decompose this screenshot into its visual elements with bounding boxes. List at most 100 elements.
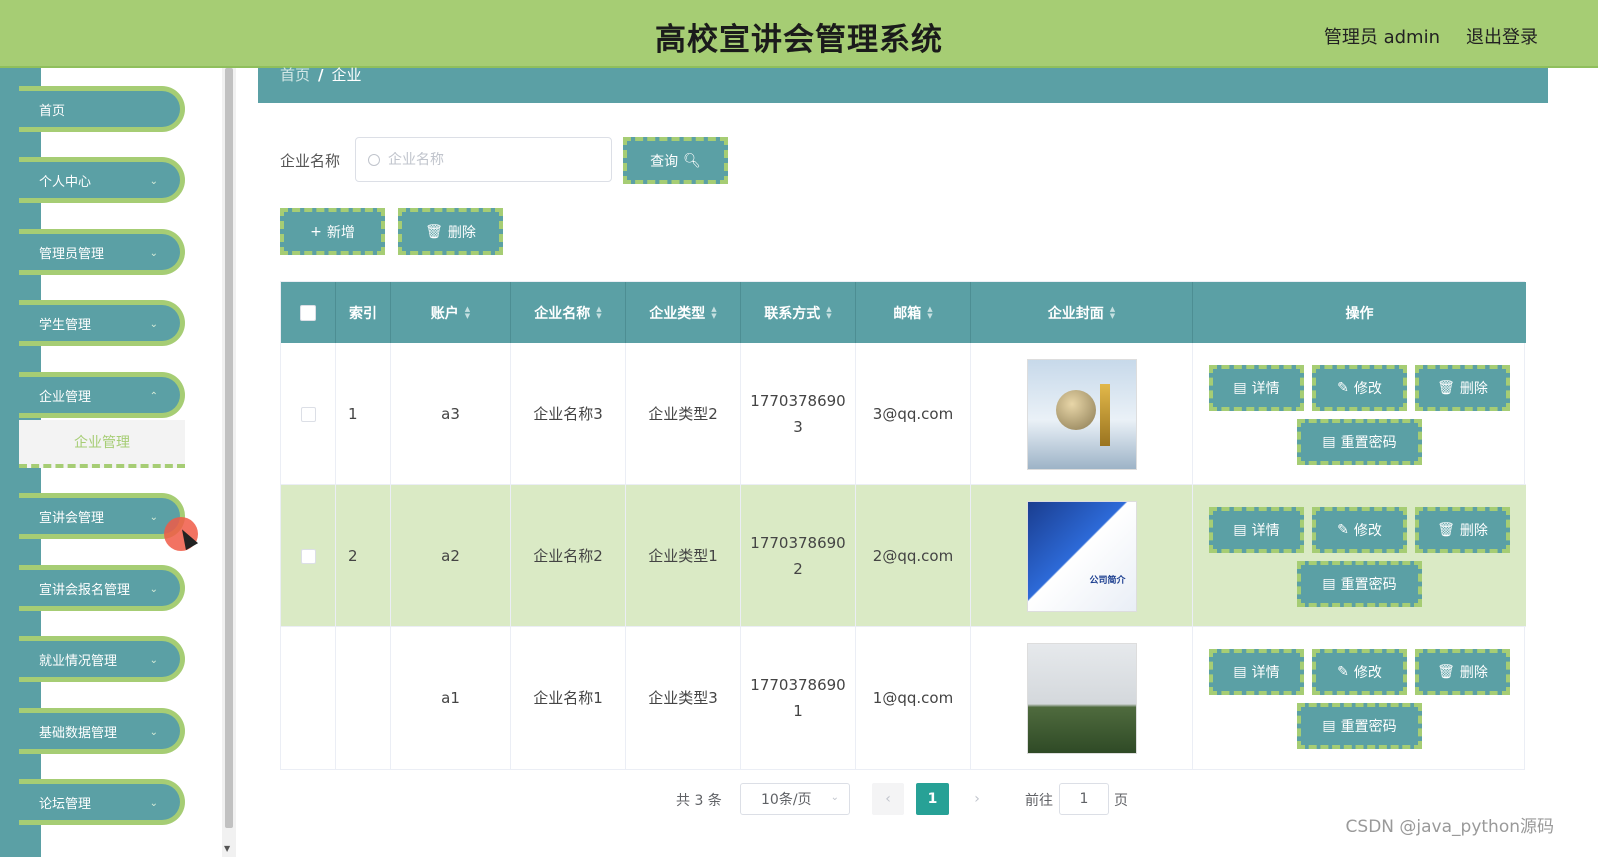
reset-password-button[interactable]: ▤ 重置密码 (1297, 561, 1422, 607)
page-size-select[interactable]: 10条/页 ⌄ (740, 783, 850, 815)
cell-phone: 1770378690 3 (741, 343, 856, 485)
sidebar-item-students[interactable]: 学生管理 ⌄ (19, 300, 185, 346)
chevron-down-icon: ⌄ (149, 727, 158, 738)
delete-button[interactable]: 🗑︎ 删除 (1415, 649, 1510, 695)
batch-delete-button[interactable]: 🗑︎ 删除 (398, 208, 503, 255)
logout-link[interactable]: 退出登录 (1466, 23, 1538, 49)
current-user: 管理员 admin (1323, 27, 1440, 48)
watermark: CSDN @java_python源码 (1345, 817, 1554, 837)
sidebar-item-forum[interactable]: 论坛管理 ⌄ (19, 779, 185, 825)
cell-company-type: 企业类型2 (626, 343, 741, 485)
top-header: 高校宣讲会管理系统 管理员 admin 退出登录 (0, 0, 1598, 68)
breadcrumb: 首页 / 企业 (258, 68, 1548, 103)
breadcrumb-current: 企业 (331, 66, 362, 84)
row-checkbox[interactable] (300, 548, 316, 564)
table-row: 1 a3 企业名称3 企业类型2 1770378690 3 3@qq.com ▤… (281, 343, 1526, 485)
delete-button[interactable]: 🗑︎ 删除 (1415, 507, 1510, 553)
search-icon (368, 153, 380, 166)
trash-icon: 🗑︎ (425, 223, 443, 240)
sidebar-item-admins[interactable]: 管理员管理 ⌄ (19, 229, 185, 275)
pencil-icon: ✎ (1337, 380, 1349, 396)
detail-button[interactable]: ▤ 详情 (1209, 365, 1304, 411)
sidebar-subitem-company-manage[interactable]: 企业管理 (19, 420, 185, 468)
sidebar-item-seminar-signup[interactable]: 宣讲会报名管理 ⌄ (19, 565, 185, 611)
search-label: 企业名称 (280, 152, 341, 170)
company-cover-image[interactable] (1026, 642, 1137, 754)
col-phone[interactable]: 联系方式 ▲ ▼ (741, 282, 856, 343)
cell-account: a2 (391, 485, 511, 627)
company-cover-image[interactable] (1026, 358, 1137, 470)
detail-button[interactable]: ▤ 详情 (1209, 649, 1304, 695)
chevron-up-icon: ⌃ (149, 391, 158, 402)
breadcrumb-separator: / (318, 66, 324, 84)
detail-button[interactable]: ▤ 详情 (1209, 507, 1304, 553)
goto-page-input[interactable] (1059, 783, 1109, 815)
add-button[interactable]: + 新增 (280, 208, 385, 255)
sort-icon[interactable]: ▲ ▼ (1110, 305, 1115, 320)
page-suffix: 页 (1114, 793, 1128, 809)
col-index: 索引 (336, 282, 391, 343)
cell-email: 2@qq.com (856, 485, 971, 627)
col-company-name-label: 企业名称 (534, 305, 591, 322)
reset-password-label: 重置密码 (1340, 435, 1397, 451)
document-icon: ▤ (1322, 576, 1336, 592)
col-company-type[interactable]: 企业类型 ▲ ▼ (626, 282, 741, 343)
page-size-value: 10条/页 (761, 792, 812, 808)
page-number-current[interactable]: 1 (916, 783, 949, 815)
scrollbar-thumb[interactable] (225, 68, 233, 828)
breadcrumb-home[interactable]: 首页 (280, 66, 310, 84)
sort-icon[interactable]: ▲ ▼ (826, 305, 831, 320)
prev-page-button[interactable]: ‹ (872, 783, 904, 815)
col-actions-label: 操作 (1345, 305, 1374, 322)
cell-cover (971, 485, 1193, 627)
next-page-button[interactable]: › (961, 783, 993, 815)
cell-phone: 1770378690 1 (741, 627, 856, 769)
col-account[interactable]: 账户 ▲ ▼ (391, 282, 511, 343)
chevron-down-icon: ⌄ (149, 584, 158, 595)
reset-password-button[interactable]: ▤ 重置密码 (1297, 419, 1422, 465)
edit-button[interactable]: ✎ 修改 (1312, 649, 1407, 695)
query-button[interactable]: 查询 🔍︎ (623, 137, 728, 184)
pagination-total: 共 3 条 (676, 793, 722, 809)
reset-password-button[interactable]: ▤ 重置密码 (1297, 703, 1422, 749)
row-checkbox[interactable] (300, 406, 316, 422)
col-email[interactable]: 邮箱 ▲ ▼ (856, 282, 971, 343)
sort-icon[interactable]: ▲ ▼ (711, 305, 716, 320)
row-actions: ▤ 详情 ✎ 修改 🗑︎ 删除 ▤ 重置密码 (1194, 627, 1525, 769)
select-all-checkbox[interactable] (300, 304, 316, 321)
edit-button[interactable]: ✎ 修改 (1312, 507, 1407, 553)
sidebar-item-label: 管理员管理 (39, 246, 105, 262)
cell-cover (971, 627, 1193, 769)
chevron-down-icon: ⌄ (149, 176, 158, 187)
delete-button[interactable]: 🗑︎ 删除 (1415, 365, 1510, 411)
sidebar-scrollbar[interactable]: ▼ (222, 68, 236, 857)
batch-delete-label: 删除 (447, 224, 476, 241)
search-field[interactable] (355, 137, 612, 182)
sidebar-item-companies[interactable]: 企业管理 ⌃ (19, 372, 185, 418)
delete-label: 删除 (1459, 381, 1488, 397)
sort-icon[interactable]: ▲ ▼ (596, 305, 601, 320)
pencil-icon: ✎ (1337, 664, 1349, 680)
col-company-name[interactable]: 企业名称 ▲ ▼ (511, 282, 626, 343)
row-actions: ▤ 详情 ✎ 修改 🗑︎ 删除 ▤ 重置密码 (1194, 343, 1525, 485)
sidebar-item-seminars[interactable]: 宣讲会管理 ⌄ (19, 493, 185, 539)
sidebar: 首页 个人中心 ⌄ 管理员管理 ⌄ 学生管理 ⌄ 企业管理 ⌃ 企业管理 宣讲会… (0, 68, 222, 857)
pencil-icon: ✎ (1337, 522, 1349, 538)
sidebar-item-base-data[interactable]: 基础数据管理 ⌄ (19, 708, 185, 754)
edit-label: 修改 (1353, 381, 1382, 397)
chevron-left-icon: ‹ (885, 791, 891, 807)
sidebar-item-employment[interactable]: 就业情况管理 ⌄ (19, 636, 185, 682)
cell-cover (971, 343, 1193, 485)
scroll-down-icon[interactable]: ▼ (224, 844, 230, 853)
sidebar-item-home[interactable]: 首页 (19, 86, 185, 132)
row-select-cell (281, 343, 336, 485)
company-table: 索引 账户 ▲ ▼ 企业名称 ▲ ▼ 企业类型 ▲ ▼ 联系方式 ▲ ▼ 邮箱 ▲ ▼ 企业封面 ▲ ▼… (280, 281, 1526, 770)
company-name-input[interactable] (388, 151, 588, 168)
chevron-down-icon: ⌄ (149, 319, 158, 330)
sidebar-item-profile[interactable]: 个人中心 ⌄ (19, 157, 185, 203)
sort-icon[interactable]: ▲ ▼ (465, 305, 470, 320)
sort-icon[interactable]: ▲ ▼ (927, 305, 932, 320)
company-cover-image[interactable] (1026, 500, 1137, 612)
col-cover[interactable]: 企业封面 ▲ ▼ (971, 282, 1193, 343)
edit-button[interactable]: ✎ 修改 (1312, 365, 1407, 411)
